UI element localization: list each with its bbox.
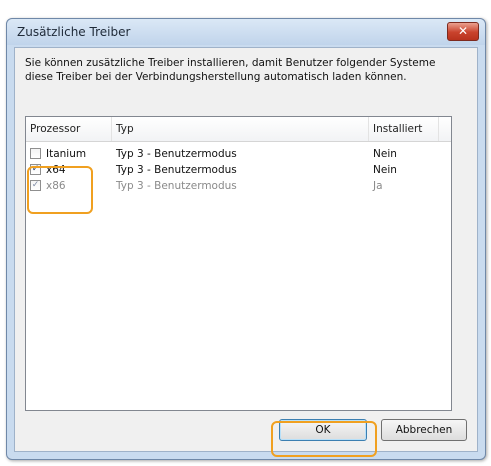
type-cell: Typ 3 - Benutzermodus — [116, 180, 237, 192]
dialog-window: Zusätzliche Treiber ✕ Sie können zusätzl… — [6, 18, 486, 460]
list-header: Prozessor Typ Installiert — [26, 117, 451, 142]
installed-cell: Nein — [373, 164, 397, 176]
type-cell: Typ 3 - Benutzermodus — [116, 164, 237, 176]
installed-cell: Nein — [373, 148, 397, 160]
cancel-button[interactable]: Abbrechen — [381, 419, 467, 441]
type-cell: Typ 3 - Benutzermodus — [116, 148, 237, 160]
description-text: Sie können zusätzliche Treiber installie… — [25, 57, 436, 83]
driver-list[interactable]: Prozessor Typ Installiert Itanium Typ 3 … — [25, 116, 452, 411]
processor-cell: Itanium — [46, 148, 87, 160]
column-header-processor[interactable]: Prozessor — [26, 117, 112, 141]
list-item[interactable]: Itanium Typ 3 - Benutzermodus Nein — [26, 146, 451, 162]
dialog-content: Sie können zusätzliche Treiber installie… — [14, 47, 478, 452]
title-bar[interactable]: Zusätzliche Treiber ✕ — [7, 19, 485, 45]
highlight-x64-x86 — [27, 166, 93, 214]
column-header-installed[interactable]: Installiert — [369, 117, 439, 141]
close-button[interactable]: ✕ — [447, 22, 479, 41]
column-header-type[interactable]: Typ — [112, 117, 369, 141]
installed-cell: Ja — [373, 180, 383, 192]
window-title: Zusätzliche Treiber — [17, 25, 131, 39]
highlight-ok-button — [271, 421, 377, 457]
close-icon: ✕ — [457, 24, 469, 38]
checkbox-itanium[interactable] — [30, 148, 41, 159]
